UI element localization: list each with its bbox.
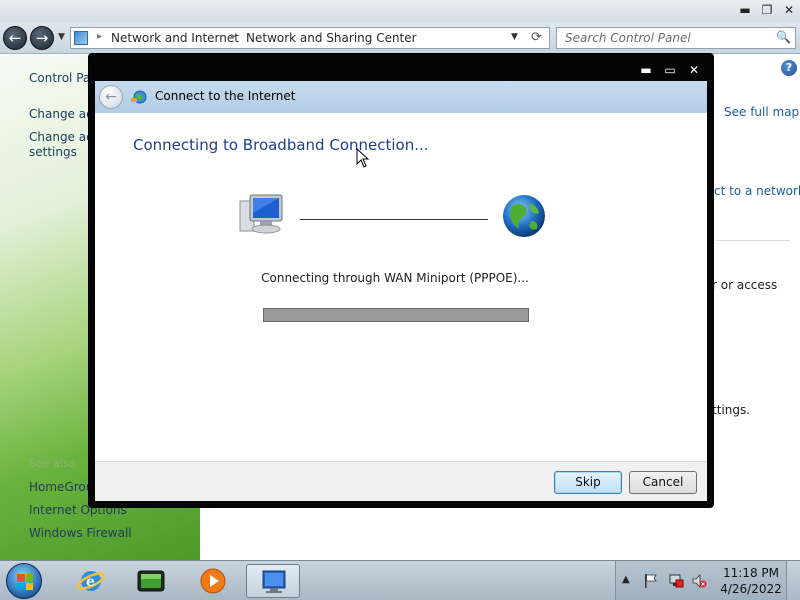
dialog-title: Connect to the Internet [155,89,296,103]
svg-text:e: e [86,574,95,590]
media-center-icon [137,570,165,592]
forward-button[interactable]: → [30,26,54,50]
windows-logo-icon [17,574,33,590]
action-center-flag-icon[interactable] [643,573,659,589]
close-icon[interactable]: ✕ [782,3,796,17]
section-divider [716,240,790,241]
breadcrumb-network-sharing-center[interactable]: Network and Sharing Center [246,31,417,45]
connect-to-network-link[interactable]: ct to a network [714,184,800,198]
taskbar: e ▲ 11:18 PM 4/26/2022 [0,560,800,600]
show-hidden-icons-icon[interactable]: ▲ [622,574,630,585]
recent-pages-dropdown-icon[interactable]: ▼ [58,32,65,42]
window-titlebar: ▬ ❐ ✕ [0,0,800,22]
internet-explorer-icon: e [76,571,106,591]
clock-date[interactable]: 4/26/2022 [720,582,782,596]
control-panel-icon [74,31,88,45]
volume-muted-icon[interactable] [691,573,707,589]
window-controls: ▬ ❐ ✕ [738,3,796,17]
dialog-footer: Skip Cancel [95,461,707,501]
address-bar[interactable]: ▸ Network and Internet ▸ Network and Sha… [70,27,550,49]
restore-icon[interactable]: ❐ [760,3,774,17]
taskbar-network-connection[interactable] [246,564,300,598]
refresh-icon[interactable]: ⟳ [531,30,542,45]
minimize-icon[interactable]: ▬ [738,3,752,17]
taskbar-internet-explorer[interactable]: e [64,564,118,598]
search-input[interactable]: Search Control Panel 🔍 [556,27,796,49]
cancel-button[interactable]: Cancel [629,471,697,494]
breadcrumb-network-internet[interactable]: Network and Internet [111,31,239,45]
sidebar-change-adapter-settings[interactable]: Change ad [29,107,94,121]
close-icon[interactable]: ✕ [687,63,701,77]
show-desktop-button[interactable] [786,561,800,600]
dialog-body: Connecting to Broadband Connection... Co… [95,113,707,461]
connection-status-text: Connecting through WAN Miniport (PPPOE).… [261,271,529,285]
settings-description-text: ttings. [712,403,751,417]
dialog-heading: Connecting to Broadband Connection... [133,136,429,154]
network-connection-icon [262,570,286,593]
network-status-icon[interactable] [668,573,684,589]
connection-line [300,219,488,220]
search-icon[interactable]: 🔍 [776,30,791,44]
sidebar-change-advanced-sharing-line2[interactable]: settings [29,145,77,159]
taskbar-media-center[interactable] [124,564,178,598]
taskbar-media-player[interactable] [186,564,240,598]
dialog-header: ← Connect to the Internet [95,81,707,113]
address-dropdown-icon[interactable]: ▼ [511,32,518,42]
connection-progress-bar [263,308,529,322]
minimize-icon[interactable]: ▬ [639,63,653,77]
mouse-cursor-icon [356,148,370,168]
connect-to-internet-dialog: ▬ ▭ ✕ ← Connect to the Internet Connecti… [88,53,714,508]
internet-globe-icon [503,195,545,237]
media-player-icon [200,568,226,594]
task-description-text: r or access [712,278,778,292]
chevron-right-icon[interactable]: ▸ [97,31,102,42]
clock-time[interactable]: 11:18 PM [720,566,782,580]
maximize-icon[interactable]: ▭ [663,63,677,77]
sidebar-windows-firewall[interactable]: Windows Firewall [29,526,132,540]
back-button[interactable]: ← [3,26,27,50]
sidebar-control-panel-home[interactable]: Control Pa [29,71,90,85]
see-full-map-link[interactable]: See full map [724,105,799,119]
notification-area: ▲ 11:18 PM 4/26/2022 [615,561,800,600]
dialog-window-controls: ▬ ▭ ✕ [639,63,701,77]
help-icon[interactable]: ? [781,60,797,76]
start-button[interactable] [6,563,42,599]
dialog-back-button[interactable]: ← [99,85,123,109]
sidebar-change-advanced-sharing[interactable]: Change ad [29,130,94,144]
chevron-right-icon[interactable]: ▸ [231,31,236,42]
computer-icon [239,194,283,234]
skip-button[interactable]: Skip [554,471,622,494]
network-globe-icon [131,90,147,104]
see-also-heading: See also [29,457,76,470]
search-placeholder: Search Control Panel [565,31,691,45]
navigation-toolbar: ← → ▼ ▸ Network and Internet ▸ Network a… [0,22,800,54]
